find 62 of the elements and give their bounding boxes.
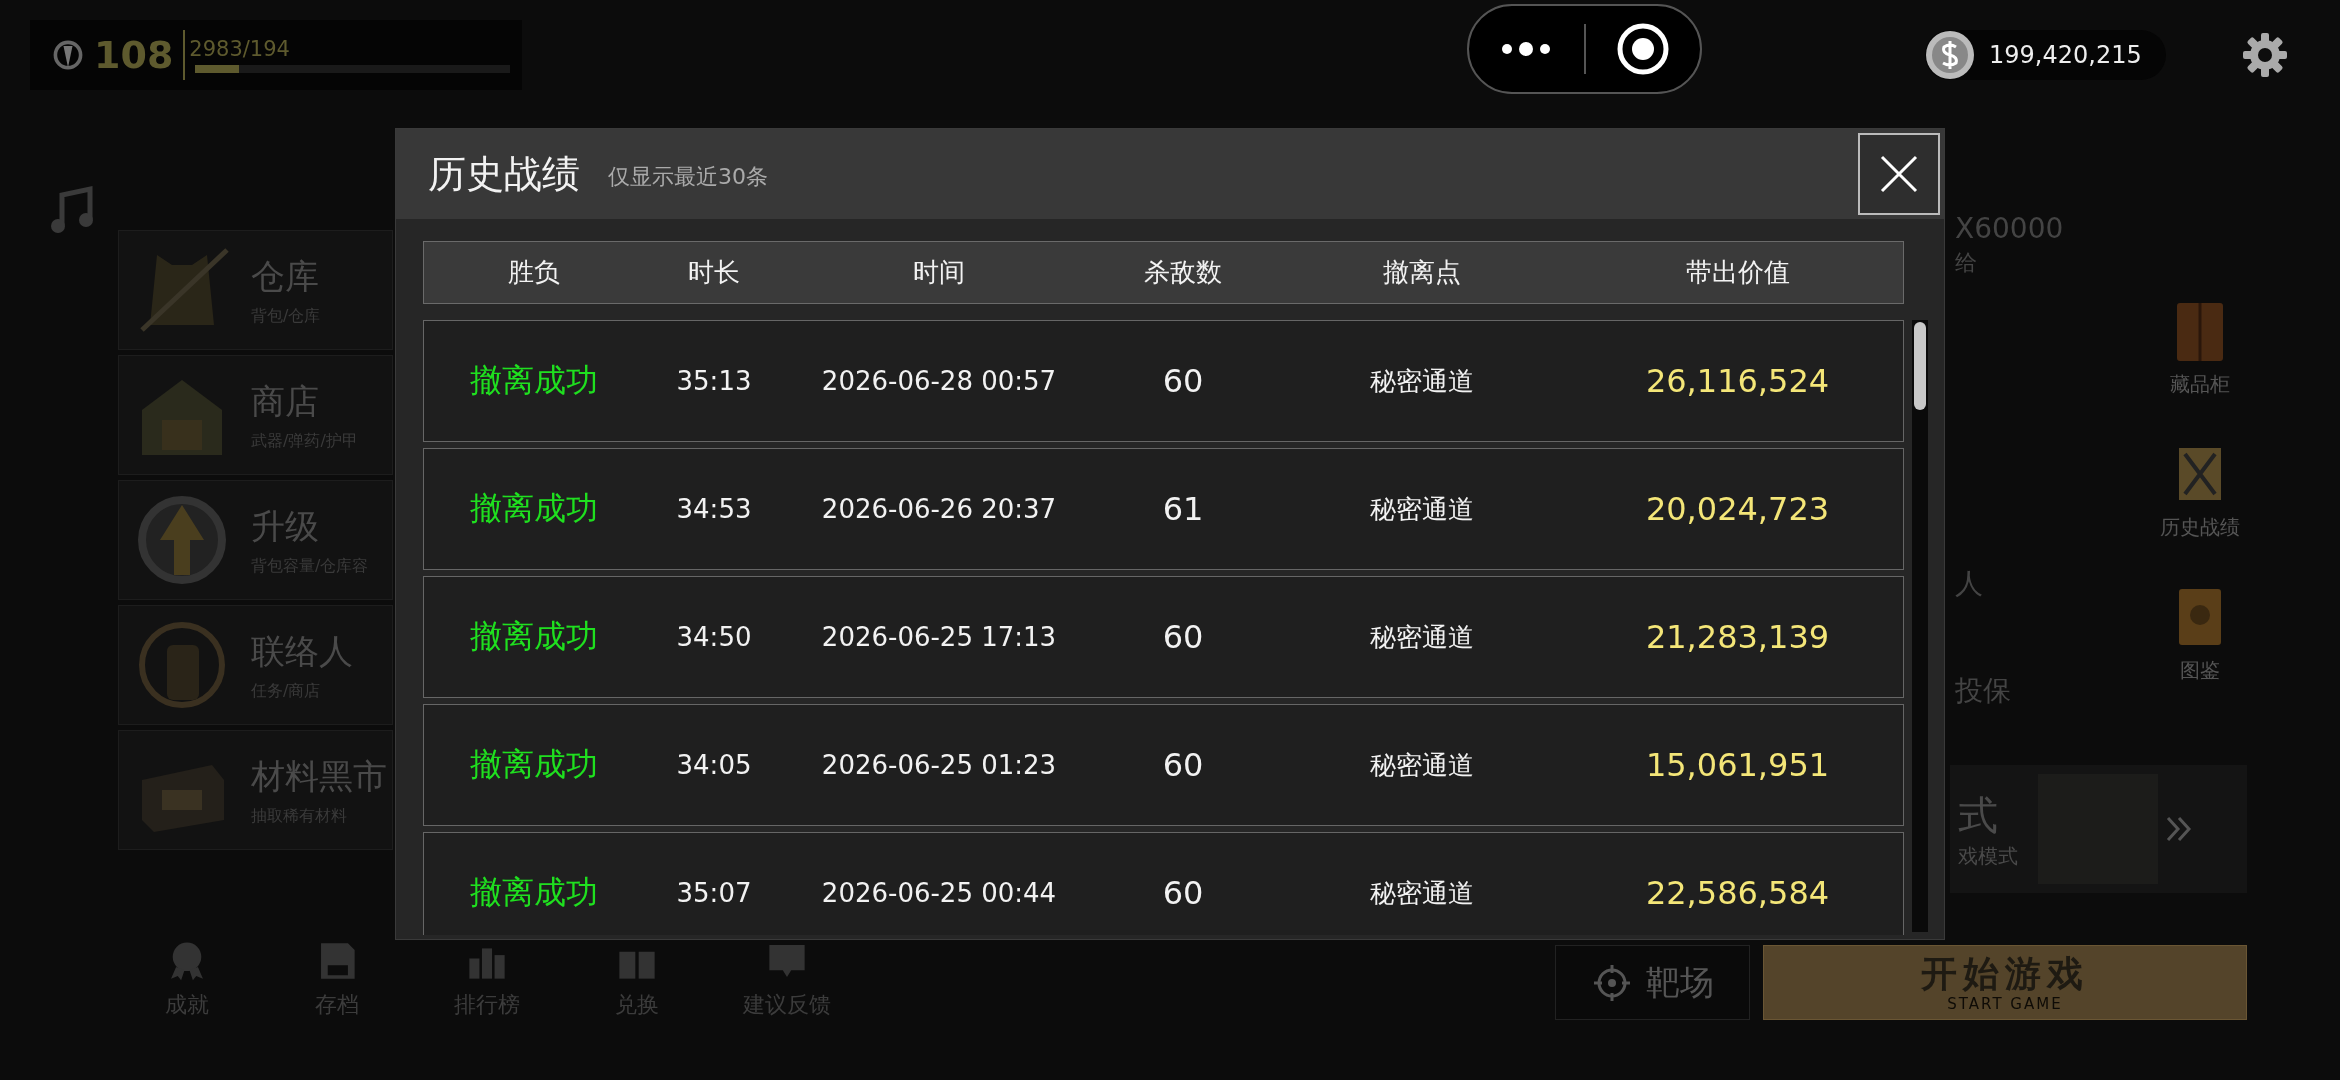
extraction-cell-text: 秘密通道 [1369, 620, 1475, 654]
crosshair-icon [1591, 962, 1632, 1003]
menu-title: 材料黑市 [251, 754, 387, 798]
close-icon [1879, 154, 1919, 194]
column-header: 时长 [687, 256, 741, 289]
value-cell-text: 22,586,584 [1644, 874, 1831, 912]
result-cell-text: 撤离成功 [469, 616, 599, 657]
duration-cell-text: 35:13 [675, 366, 753, 396]
value-cell-text: 26,116,524 [1644, 362, 1831, 400]
supply-count: X60000 [1955, 212, 2064, 245]
duration-cell-text: 34:05 [675, 750, 753, 780]
insurance-label: 投保 [1955, 673, 2011, 709]
extraction-cell-text: 秘密通道 [1369, 364, 1475, 398]
result-cell-text: 撤离成功 [469, 360, 599, 401]
menu-title: 升级 [251, 504, 320, 548]
extraction-cell-text: 秘密通道 [1369, 748, 1475, 782]
time-cell-text: 2026-06-28 00:57 [820, 366, 1058, 396]
time-cell-text: 2026-06-25 01:23 [820, 750, 1058, 780]
time-cell-text: 2026-06-25 00:44 [820, 878, 1058, 908]
column-header: 时间 [912, 256, 966, 289]
range-button[interactable]: 靶场 [1555, 945, 1750, 1020]
kills-cell-text: 61 [1161, 490, 1205, 528]
value-cell-text: 21,283,139 [1644, 618, 1831, 656]
shortcut-item[interactable]: 藏品柜 [2145, 295, 2255, 398]
kills-cell-text: 60 [1161, 874, 1205, 912]
duration-cell-text: 35:07 [675, 878, 753, 908]
settings-icon[interactable] [2240, 31, 2289, 79]
dollar-coin-icon [1925, 30, 1975, 80]
extraction-cell-text: 秘密通道 [1369, 492, 1475, 526]
xp-text: 2983/194 [189, 37, 291, 61]
duration-cell-text: 34:53 [675, 494, 753, 524]
value-cell-text: 20,024,723 [1644, 490, 1831, 528]
scrollbar[interactable] [1912, 320, 1928, 932]
column-header: 胜负 [507, 256, 561, 289]
time-cell-text: 2026-06-25 17:13 [820, 622, 1058, 652]
menu-title: 仓库 [251, 254, 320, 298]
kills-cell-text: 60 [1161, 362, 1205, 400]
duration-cell-text: 34:50 [675, 622, 753, 652]
menu-title: 联络人 [251, 629, 353, 673]
column-header: 带出价值 [1684, 256, 1791, 289]
extraction-cell-text: 秘密通道 [1369, 876, 1475, 910]
column-header: 撤离点 [1382, 256, 1462, 289]
value-cell-text: 15,061,951 [1644, 746, 1831, 784]
result-cell-text: 撤离成功 [469, 872, 599, 913]
double-chevron-icon [2164, 814, 2194, 844]
result-cell-text: 撤离成功 [469, 744, 599, 785]
menu-title: 商店 [251, 379, 320, 423]
column-header: 杀敌数 [1143, 256, 1223, 289]
time-cell-text: 2026-06-26 20:37 [820, 494, 1058, 524]
supply-label: 给 [1955, 249, 1977, 277]
kills-cell-text: 60 [1161, 618, 1205, 656]
dialog-subtitle: 仅显示最近30条 [608, 163, 768, 191]
level-number: 108 [94, 30, 186, 80]
shortcut-item[interactable]: 图鉴 [2145, 581, 2255, 684]
result-cell-text: 撤离成功 [469, 488, 599, 529]
kills-cell-text: 60 [1161, 746, 1205, 784]
shortcut-item[interactable]: 历史战绩 [2145, 438, 2255, 541]
escort-label: 人 [1955, 566, 1983, 602]
dialog-title: 历史战绩 [428, 150, 580, 198]
record-circle-icon [1615, 22, 1670, 76]
close-button[interactable] [1858, 133, 1940, 215]
currency-amount: 199,420,215 [1989, 41, 2142, 69]
